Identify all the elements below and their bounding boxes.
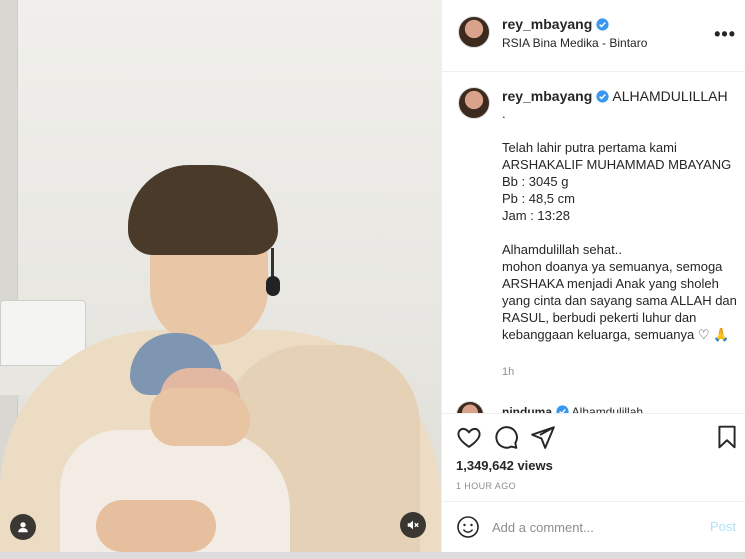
post-author[interactable]: rey_mbayang	[502, 16, 609, 32]
verified-badge-icon	[596, 90, 609, 103]
muted-speaker-icon[interactable]	[400, 512, 426, 538]
caption-author[interactable]: rey_mbayang	[502, 88, 592, 104]
comments-section: rey_mbayang ALHAMDULILLAH . Telah lahir …	[442, 73, 745, 413]
more-options-icon[interactable]: •••	[714, 24, 736, 45]
verified-badge-icon	[596, 18, 609, 31]
comment-input[interactable]	[492, 516, 692, 538]
caption-body: . Telah lahir putra pertama kami ARSHAKA…	[502, 106, 737, 342]
post-video[interactable]	[0, 0, 441, 552]
post-author-name[interactable]: rey_mbayang	[502, 16, 592, 32]
bookmark-icon[interactable]	[714, 424, 740, 450]
comment-avatar[interactable]	[456, 401, 484, 413]
heart-icon[interactable]	[456, 424, 482, 450]
comment-author[interactable]: ninduma	[502, 405, 552, 413]
comment-body: Alhamdulillah	[571, 405, 644, 413]
caption-first-line: ALHAMDULILLAH	[612, 88, 728, 104]
post-side-panel: rey_mbayang RSIA Bina Medika - Bintaro •…	[441, 0, 745, 552]
smiley-icon[interactable]	[456, 515, 480, 539]
caption-avatar[interactable]	[458, 87, 490, 119]
user-icon[interactable]	[10, 514, 36, 540]
comment-icon[interactable]	[493, 424, 519, 450]
video-earpiece	[266, 276, 280, 296]
view-count[interactable]: 1,349,642 views	[456, 458, 553, 473]
post-comment-button[interactable]: Post	[710, 519, 736, 534]
add-comment-bar: Post	[442, 501, 745, 552]
caption-time[interactable]: 1h	[502, 366, 514, 378]
post-actions: 1,349,642 views 1 HOUR AGO	[442, 413, 745, 501]
verified-badge-icon	[556, 405, 569, 413]
comment-row: ninduma Alhamdulillah	[456, 401, 745, 413]
post-header: rey_mbayang RSIA Bina Medika - Bintaro •…	[442, 0, 745, 72]
video-hand	[150, 388, 250, 446]
video-hand-lower	[96, 500, 216, 552]
post-timestamp[interactable]: 1 HOUR AGO	[456, 481, 516, 491]
avatar[interactable]	[458, 16, 490, 48]
send-icon[interactable]	[530, 424, 556, 450]
comment-text: ninduma Alhamdulillah	[502, 405, 643, 413]
muted-speaker-glyph	[407, 520, 419, 530]
caption: rey_mbayang ALHAMDULILLAH . Telah lahir …	[502, 88, 738, 343]
post-location[interactable]: RSIA Bina Medika - Bintaro	[502, 36, 647, 50]
user-icon-glyph	[18, 522, 28, 533]
window-bottom-edge	[0, 552, 745, 559]
